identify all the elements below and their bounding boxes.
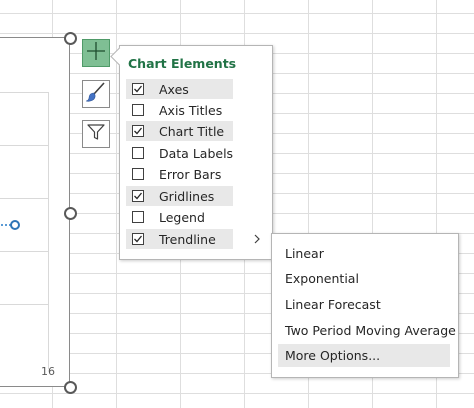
resize-handle-bottom-right[interactable] xyxy=(64,381,77,394)
paintbrush-icon xyxy=(85,81,107,107)
element-item-label: Axis Titles xyxy=(159,102,223,118)
gridline xyxy=(0,145,49,146)
gridline xyxy=(0,198,49,199)
trendline-submenu: Linear Exponential Linear Forecast Two P… xyxy=(271,233,459,378)
axis-tick-label: 16 xyxy=(41,365,55,378)
trendline-option-more-options[interactable]: More Options... xyxy=(278,344,450,367)
element-item-error-bars[interactable]: Error Bars xyxy=(126,164,233,184)
chart-area[interactable]: 16 xyxy=(0,37,70,387)
trendline-option-linear[interactable]: Linear xyxy=(278,242,450,265)
gridlines-checkbox[interactable] xyxy=(132,190,144,202)
element-item-label: Data Labels xyxy=(159,145,234,161)
element-item-legend[interactable]: Legend xyxy=(126,207,233,227)
chart-filters-button[interactable] xyxy=(82,120,110,148)
data-labels-checkbox[interactable] xyxy=(132,147,144,159)
element-item-label: Axes xyxy=(159,81,189,97)
series-marker[interactable] xyxy=(10,220,20,230)
chevron-right-icon[interactable] xyxy=(250,232,264,246)
trendline-option-exponential[interactable]: Exponential xyxy=(278,267,450,290)
element-item-chart-title[interactable]: Chart Title xyxy=(126,121,233,141)
trendline-option-linear-forecast[interactable]: Linear Forecast xyxy=(278,293,450,316)
chart-title-checkbox[interactable] xyxy=(132,125,144,137)
chart-elements-button[interactable] xyxy=(82,39,110,67)
legend-checkbox[interactable] xyxy=(132,211,144,223)
element-item-label: Gridlines xyxy=(159,188,215,204)
resize-handle-top-right[interactable] xyxy=(64,32,77,45)
element-item-gridlines[interactable]: Gridlines xyxy=(126,186,233,206)
axes-checkbox[interactable] xyxy=(132,83,144,95)
element-item-label: Trendline xyxy=(159,231,216,247)
trendline-option-moving-average[interactable]: Two Period Moving Average xyxy=(278,319,456,342)
gridline xyxy=(0,304,49,305)
element-item-label: Legend xyxy=(159,209,205,225)
plot-area[interactable] xyxy=(0,92,49,369)
element-item-trendline[interactable]: Trendline xyxy=(126,229,233,249)
plus-icon xyxy=(86,41,106,65)
axis-titles-checkbox[interactable] xyxy=(132,104,144,116)
chart-styles-button[interactable] xyxy=(82,80,110,108)
trendline-checkbox[interactable] xyxy=(132,233,144,245)
chart-elements-panel: Chart Elements Axes Axis Titles Chart Ti… xyxy=(110,45,273,260)
resize-handle-right[interactable] xyxy=(64,207,77,220)
element-item-data-labels[interactable]: Data Labels xyxy=(126,143,233,163)
gridline xyxy=(0,251,49,252)
funnel-icon xyxy=(86,122,106,146)
element-item-axes[interactable]: Axes xyxy=(126,79,233,99)
panel-pointer xyxy=(110,47,129,66)
element-item-axis-titles[interactable]: Axis Titles xyxy=(126,100,233,120)
error-bars-checkbox[interactable] xyxy=(132,168,144,180)
panel-title: Chart Elements xyxy=(128,56,237,71)
element-item-label: Error Bars xyxy=(159,166,222,182)
element-item-label: Chart Title xyxy=(159,123,225,139)
